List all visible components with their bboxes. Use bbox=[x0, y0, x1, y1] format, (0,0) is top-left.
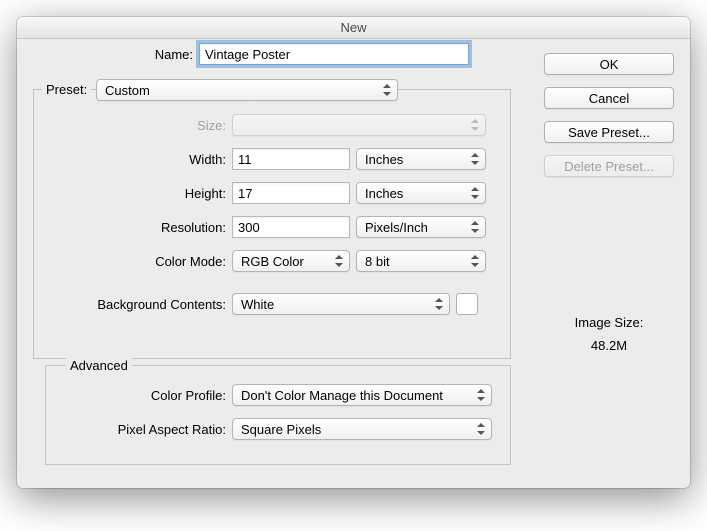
chevron-updown-icon bbox=[383, 84, 391, 96]
resolution-field[interactable] bbox=[232, 216, 350, 238]
name-field[interactable] bbox=[199, 43, 469, 65]
color-profile-label: Color Profile: bbox=[52, 388, 226, 403]
bg-contents-popup[interactable]: White bbox=[232, 293, 450, 315]
chevron-updown-icon bbox=[471, 221, 479, 233]
image-size-value: 48.2M bbox=[544, 338, 674, 353]
color-mode-label: Color Mode: bbox=[52, 254, 226, 269]
chevron-updown-icon bbox=[477, 389, 485, 401]
chevron-updown-icon bbox=[435, 298, 443, 310]
advanced-label: Advanced bbox=[70, 358, 128, 373]
bg-contents-label: Background Contents: bbox=[52, 297, 226, 312]
new-document-dialog: New Name: OK Cancel Save Preset... Delet… bbox=[17, 17, 690, 488]
width-field[interactable] bbox=[232, 148, 350, 170]
height-unit-popup[interactable]: Inches bbox=[356, 182, 486, 204]
color-profile-popup[interactable]: Don't Color Manage this Document bbox=[232, 384, 492, 406]
chevron-updown-icon bbox=[471, 153, 479, 165]
content: Name: OK Cancel Save Preset... Delete Pr… bbox=[17, 39, 690, 488]
chevron-updown-icon bbox=[477, 423, 485, 435]
size-popup bbox=[232, 114, 486, 136]
save-preset-button[interactable]: Save Preset... bbox=[544, 121, 674, 143]
window-title: New bbox=[340, 20, 366, 35]
size-label: Size: bbox=[52, 118, 226, 133]
resolution-unit-popup[interactable]: Pixels/Inch bbox=[356, 216, 486, 238]
chevron-updown-icon bbox=[335, 255, 343, 267]
width-label: Width: bbox=[52, 152, 226, 167]
name-label: Name: bbox=[139, 47, 193, 62]
advanced-group: Advanced Color Profile: Don't Color Mana… bbox=[45, 365, 511, 465]
button-column: OK Cancel Save Preset... Delete Preset..… bbox=[544, 53, 674, 177]
chevron-updown-icon bbox=[471, 255, 479, 267]
image-size-info: Image Size: 48.2M bbox=[544, 315, 674, 353]
bg-color-swatch[interactable] bbox=[456, 293, 478, 315]
chevron-updown-icon bbox=[471, 187, 479, 199]
pixel-aspect-label: Pixel Aspect Ratio: bbox=[52, 422, 226, 437]
preset-group: Preset: Custom Size: Width: Inches bbox=[33, 89, 511, 359]
resolution-label: Resolution: bbox=[52, 220, 226, 235]
width-unit-popup[interactable]: Inches bbox=[356, 148, 486, 170]
pixel-aspect-popup[interactable]: Square Pixels bbox=[232, 418, 492, 440]
height-field[interactable] bbox=[232, 182, 350, 204]
bit-depth-popup[interactable]: 8 bit bbox=[356, 250, 486, 272]
ok-button[interactable]: OK bbox=[544, 53, 674, 75]
color-mode-popup[interactable]: RGB Color bbox=[232, 250, 350, 272]
image-size-label: Image Size: bbox=[544, 315, 674, 330]
cancel-button[interactable]: Cancel bbox=[544, 87, 674, 109]
preset-label: Preset: bbox=[46, 82, 87, 97]
preset-popup[interactable]: Custom bbox=[96, 79, 398, 101]
titlebar[interactable]: New bbox=[17, 17, 690, 39]
height-label: Height: bbox=[52, 186, 226, 201]
delete-preset-button: Delete Preset... bbox=[544, 155, 674, 177]
chevron-updown-icon bbox=[471, 119, 479, 131]
